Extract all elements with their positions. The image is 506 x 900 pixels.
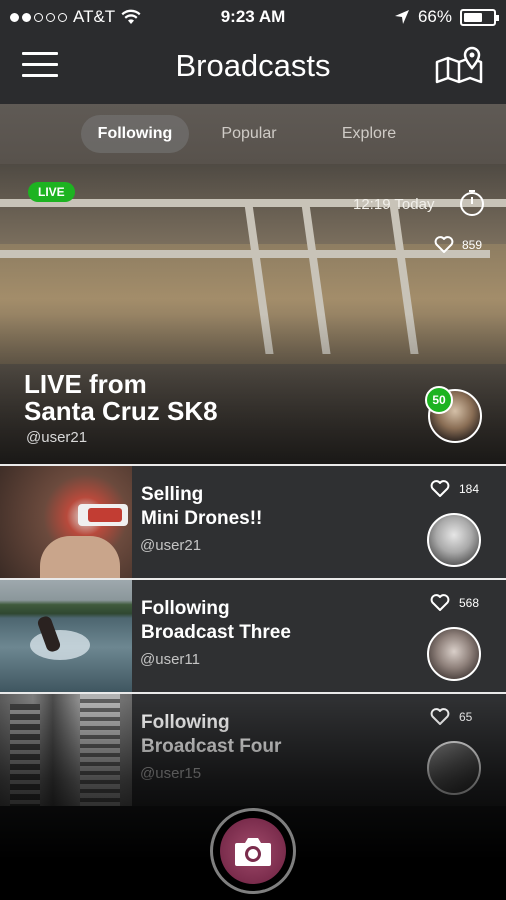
live-badge: LIVE (28, 182, 75, 202)
heart-icon (430, 480, 450, 497)
broadcast-title: Following Broadcast Four (141, 712, 282, 757)
like-count: 65 (459, 710, 473, 724)
like-count: 184 (459, 482, 480, 496)
page-title: Broadcasts (175, 48, 331, 83)
avatar[interactable] (427, 513, 481, 567)
status-right: 66% (394, 7, 499, 27)
camera-icon (235, 838, 271, 866)
broadcast-username[interactable]: @user11 (140, 651, 200, 668)
featured-broadcast[interactable]: LIVE 12:19 Today 859 LIVE from Santa Cru… (0, 164, 506, 464)
broadcast-likes[interactable]: 65 (430, 708, 472, 726)
battery-fill (464, 12, 482, 22)
status-bar: AT&T 9:23 AM 66% (0, 0, 506, 34)
list-item[interactable]: Selling Mini Drones!! @user21 184 (0, 464, 506, 578)
map-pin-icon (435, 46, 483, 84)
broadcast-title: Selling Mini Drones!! (141, 484, 263, 529)
featured-likes[interactable]: 859 (434, 236, 482, 254)
map-button[interactable] (434, 46, 484, 86)
featured-username[interactable]: @user21 (26, 429, 87, 446)
broadcast-thumbnail (0, 580, 132, 692)
list-item[interactable]: Following Broadcast Three @user11 568 (0, 578, 506, 692)
location-arrow-icon (394, 10, 409, 24)
broadcast-likes[interactable]: 568 (430, 594, 479, 612)
heart-icon (430, 708, 450, 725)
avatar[interactable] (427, 627, 481, 681)
like-count: 568 (459, 596, 480, 610)
featured-title: LIVE from Santa Cruz SK8 (24, 369, 218, 426)
broadcast-username[interactable]: @user15 (140, 765, 201, 782)
tab-following[interactable]: Following (81, 115, 189, 153)
broadcast-likes[interactable]: 184 (430, 480, 479, 498)
broadcast-thumbnail (0, 694, 132, 806)
tab-popular[interactable]: Popular (204, 115, 294, 153)
viewer-count-badge: 50 (425, 386, 453, 414)
battery-icon (460, 8, 499, 26)
broadcast-username[interactable]: @user21 (140, 537, 201, 554)
heart-icon (430, 594, 450, 611)
avatar[interactable] (427, 741, 481, 795)
broadcast-title: Following Broadcast Three (141, 598, 291, 643)
app-header: Broadcasts (0, 34, 506, 104)
heart-icon (434, 236, 454, 253)
broadcast-time: 12:19 Today (353, 196, 435, 213)
tab-explore[interactable]: Explore (326, 115, 412, 153)
like-count: 859 (462, 238, 483, 252)
tab-bar: Following Popular Explore (0, 104, 506, 164)
list-item[interactable]: Following Broadcast Four @user15 65 (0, 692, 506, 806)
broadcast-thumbnail (0, 466, 132, 578)
camera-button[interactable] (210, 808, 296, 894)
battery-percent: 66% (417, 7, 452, 26)
clock-icon (460, 190, 484, 216)
